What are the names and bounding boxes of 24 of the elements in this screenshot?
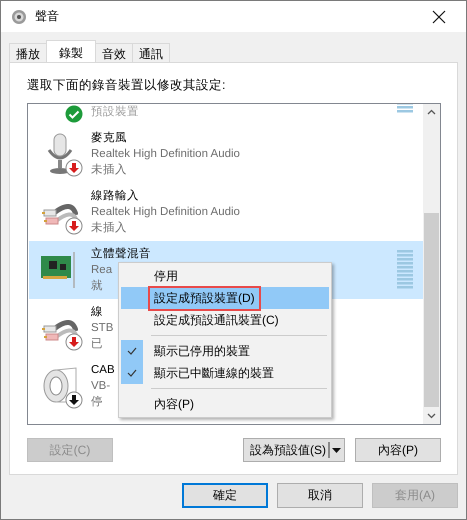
device-status: 已 — [91, 337, 103, 352]
menu-item-label: 內容(P) — [153, 396, 195, 412]
highlight-outline: 設定成預設裝置(D) — [148, 286, 261, 310]
device-status: 就 — [91, 278, 103, 294]
device-status: 未插入 — [91, 220, 127, 236]
device-status: 預設裝置 — [91, 104, 139, 120]
instruction-text: 選取下面的錄音裝置以修改其設定: — [27, 77, 226, 94]
device-name: CAB — [91, 363, 115, 378]
window-title: 聲音 — [35, 8, 60, 25]
device-name: 線 — [91, 305, 103, 320]
device-name: 立體聲混音 — [91, 246, 151, 262]
device-status: 停 — [91, 394, 103, 410]
menu-item-label: 顯示已中斷連線的裝置 — [153, 364, 275, 382]
device-driver: STB — [91, 321, 114, 336]
device-status: 未插入 — [91, 162, 127, 178]
menu-item-label: 停用 — [153, 268, 179, 284]
menu-item-label: 顯示已停用的裝置 — [153, 342, 251, 360]
device-driver: Realtek High Definition Audio — [91, 205, 240, 220]
device-driver: VB- — [91, 379, 110, 394]
device-driver: Realtek High Definition Audio — [91, 147, 240, 162]
menu-item-label: 設定成預設通訊裝置(C) — [153, 312, 280, 328]
device-driver: Rea — [91, 263, 112, 278]
device-name: 麥克風 — [91, 130, 127, 146]
device-name: 線路輸入 — [91, 188, 139, 204]
